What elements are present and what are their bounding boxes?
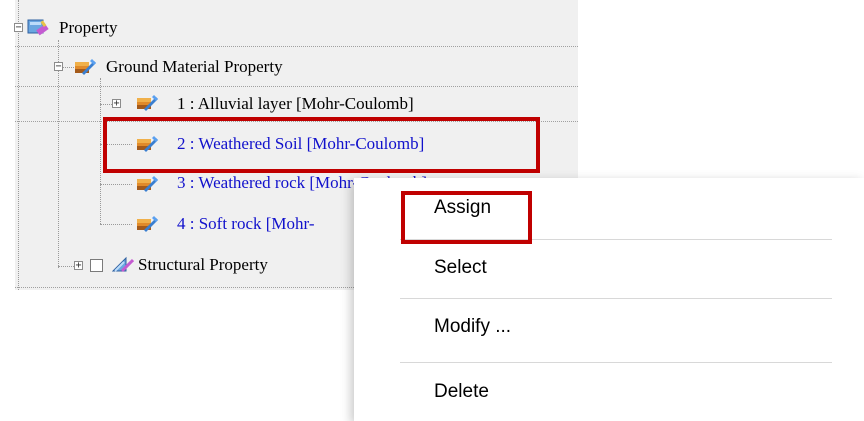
- expand-toggle[interactable]: +: [112, 99, 121, 109]
- visibility-checkbox[interactable]: [90, 259, 103, 272]
- collapse-toggle[interactable]: −: [54, 62, 63, 72]
- collapse-toggle[interactable]: −: [14, 23, 23, 33]
- tree-node-label: 4 : Soft rock [Mohr-: [177, 214, 315, 233]
- menu-separator: [400, 298, 832, 299]
- menu-item-label: Modify ...: [434, 316, 512, 337]
- material-icon: [137, 95, 158, 111]
- menu-item-label: Delete: [434, 381, 489, 402]
- tree-connector: [58, 40, 59, 268]
- expand-toggle[interactable]: +: [74, 261, 83, 271]
- row-separator: [15, 46, 578, 47]
- context-menu: Assign Select Modify ... Delete: [354, 178, 864, 421]
- menu-item-delete[interactable]: Delete: [354, 368, 864, 420]
- material-icon: [137, 216, 158, 232]
- ground-material-icon: [75, 59, 96, 75]
- selected-node-highlight: [103, 117, 540, 173]
- tree-node-label: Ground Material Property: [106, 57, 283, 76]
- structural-property-icon: [112, 256, 134, 273]
- menu-item-modify[interactable]: Modify ...: [354, 303, 864, 355]
- tree-node-label: 1 : Alluvial layer [Mohr-Coulomb]: [177, 94, 414, 113]
- menu-item-select[interactable]: Select: [354, 244, 864, 296]
- tree-connector: [100, 78, 101, 224]
- menu-item-label: Select: [434, 257, 487, 278]
- tree-connector: [18, 0, 19, 290]
- assign-highlight: [401, 191, 532, 244]
- property-icon: [27, 19, 49, 36]
- menu-separator: [400, 362, 832, 363]
- tree-node-label: Structural Property: [138, 255, 268, 274]
- tree-connector: [100, 184, 132, 185]
- tree-node-label: Property: [59, 18, 118, 37]
- material-icon: [137, 176, 158, 192]
- tree-connector: [100, 224, 132, 225]
